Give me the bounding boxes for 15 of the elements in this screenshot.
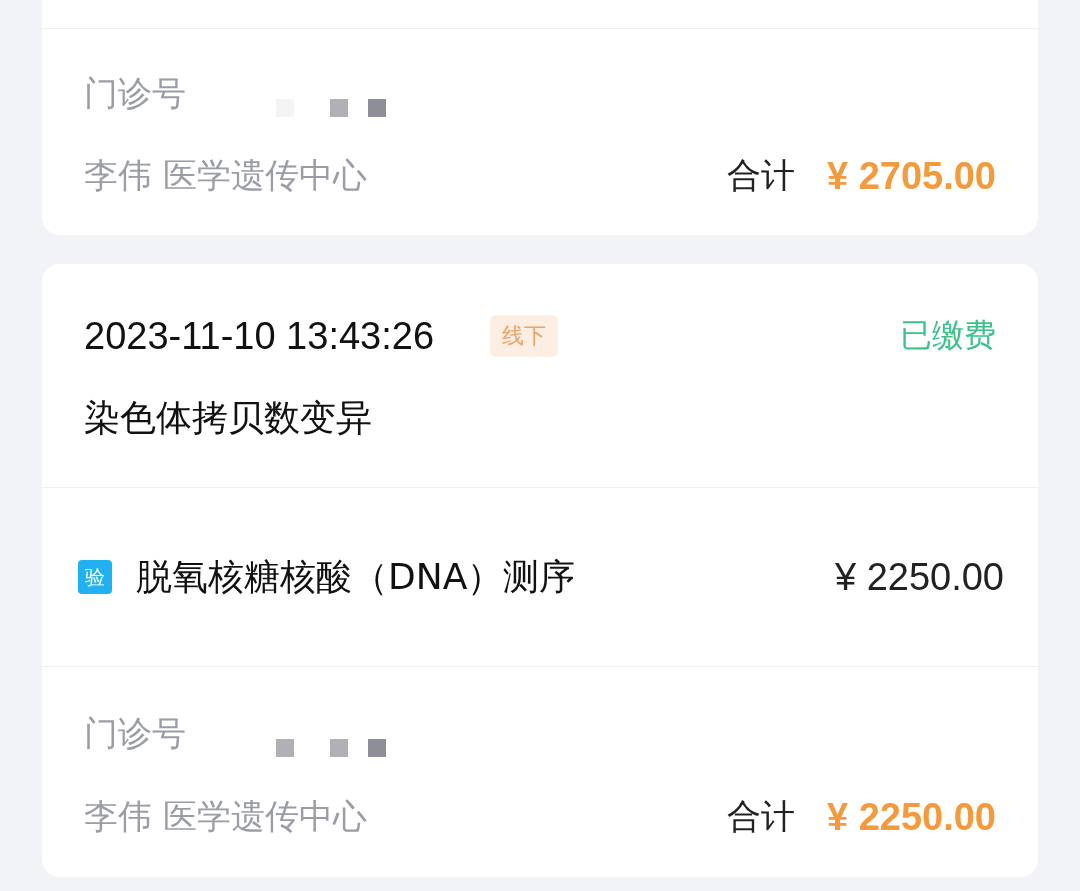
outpatient-label: 门诊号 [84, 72, 186, 115]
order-datetime: 2023-11-10 13:43:26 [84, 314, 435, 358]
channel-tag: 线下 [490, 315, 559, 357]
doctor-department: 李伟 医学遗传中心 [84, 795, 367, 838]
total-label: 合计 [726, 795, 795, 838]
total-label: 合计 [726, 154, 795, 197]
order-title: 染色体拷贝数变异 [83, 396, 373, 440]
doctor-department: 李伟 医学遗传中心 [84, 154, 367, 197]
item-price: ¥ 2250.00 [834, 555, 1004, 599]
payment-status: 已缴费 [900, 315, 996, 356]
test-badge: 验 [78, 560, 112, 594]
outpatient-label: 门诊号 [84, 712, 186, 755]
item-name: 脱氧核糖核酸（DNA）测序 [136, 554, 576, 599]
total-amount: ¥ 2250.00 [826, 795, 996, 839]
total-amount: ¥ 2705.00 [826, 154, 996, 198]
